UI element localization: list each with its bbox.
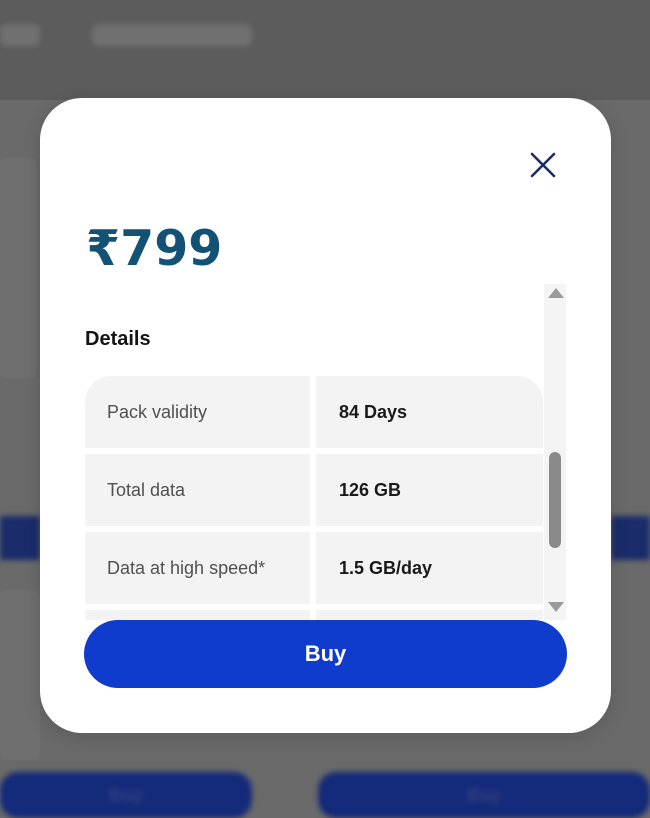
background-tab <box>0 24 40 46</box>
scroll-up-arrow-icon[interactable] <box>548 288 564 298</box>
details-row <box>85 610 543 620</box>
close-icon <box>530 152 556 178</box>
detail-value: 1.5 GB/day <box>316 532 543 604</box>
background-buy-button: Buy <box>0 772 252 818</box>
detail-label: Data at high speed* <box>85 532 310 604</box>
details-scrollbar[interactable] <box>544 284 566 620</box>
detail-value <box>316 610 543 620</box>
pack-details-modal: ₹799 Details Pack validity 84 Days Total… <box>40 98 611 733</box>
scroll-down-arrow-icon[interactable] <box>548 602 564 612</box>
background-card <box>0 158 36 378</box>
details-table: Pack validity 84 Days Total data 126 GB … <box>85 376 543 620</box>
background-buy-button: Buy <box>318 772 650 818</box>
background-card <box>0 590 40 760</box>
details-scroll-area[interactable]: Details Pack validity 84 Days Total data… <box>40 284 611 620</box>
scrollbar-thumb[interactable] <box>549 452 561 548</box>
details-row: Data at high speed* 1.5 GB/day <box>85 532 543 604</box>
background-bar <box>0 516 40 560</box>
detail-value: 126 GB <box>316 454 543 526</box>
detail-label: Pack validity <box>85 376 310 448</box>
detail-label <box>85 610 310 620</box>
background-bar <box>611 516 650 560</box>
pack-price: ₹799 <box>86 220 223 277</box>
details-row: Pack validity 84 Days <box>85 376 543 448</box>
buy-button[interactable]: Buy <box>84 620 567 688</box>
detail-label: Total data <box>85 454 310 526</box>
background-tab <box>92 24 252 46</box>
details-heading: Details <box>85 328 151 350</box>
detail-value: 84 Days <box>316 376 543 448</box>
details-row: Total data 126 GB <box>85 454 543 526</box>
close-button[interactable] <box>526 148 560 182</box>
background-header <box>0 0 650 100</box>
